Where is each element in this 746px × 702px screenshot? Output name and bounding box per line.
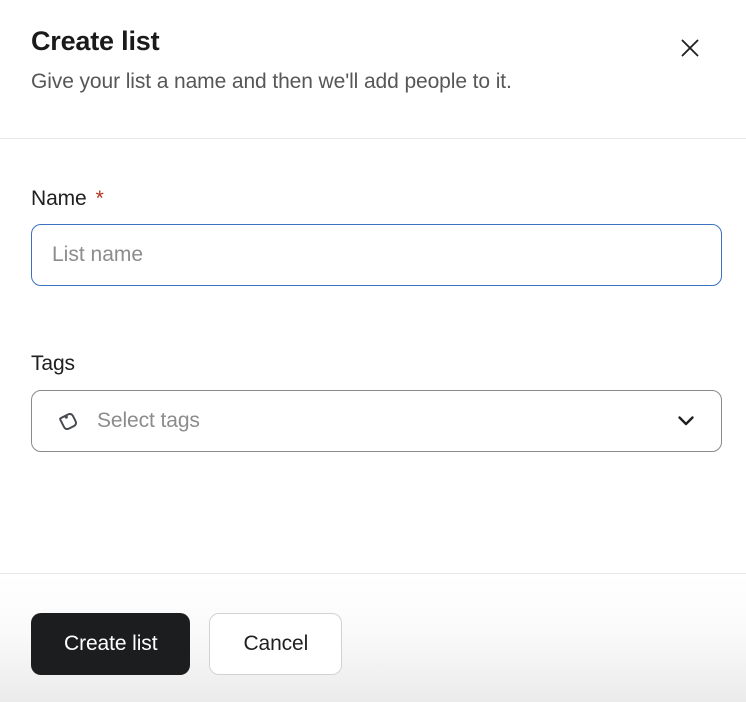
modal-subtitle: Give your list a name and then we'll add…	[31, 70, 512, 93]
tags-field-label: Tags	[31, 352, 75, 375]
page-title: Create list	[31, 26, 160, 56]
name-field-label: Name	[31, 187, 87, 210]
tags-select-placeholder: Select tags	[97, 409, 200, 432]
tag-icon	[55, 408, 82, 435]
name-field-label-row: Name *	[31, 187, 722, 211]
required-asterisk: *	[95, 187, 104, 210]
tags-field-label-row: Tags	[31, 352, 722, 376]
modal-body: Name * Tags Select tags	[0, 139, 746, 573]
chevron-down-icon	[673, 408, 699, 434]
create-list-button[interactable]: Create list	[31, 613, 191, 675]
close-button[interactable]	[674, 32, 706, 64]
close-icon	[677, 35, 703, 61]
modal-header: Create list Give your list a name and th…	[0, 0, 746, 139]
create-list-modal: Create list Give your list a name and th…	[0, 0, 746, 702]
tags-select[interactable]: Select tags	[31, 390, 722, 452]
modal-footer: Create list Cancel	[0, 573, 746, 702]
list-name-input[interactable]	[31, 224, 722, 286]
cancel-button[interactable]: Cancel	[209, 613, 343, 675]
